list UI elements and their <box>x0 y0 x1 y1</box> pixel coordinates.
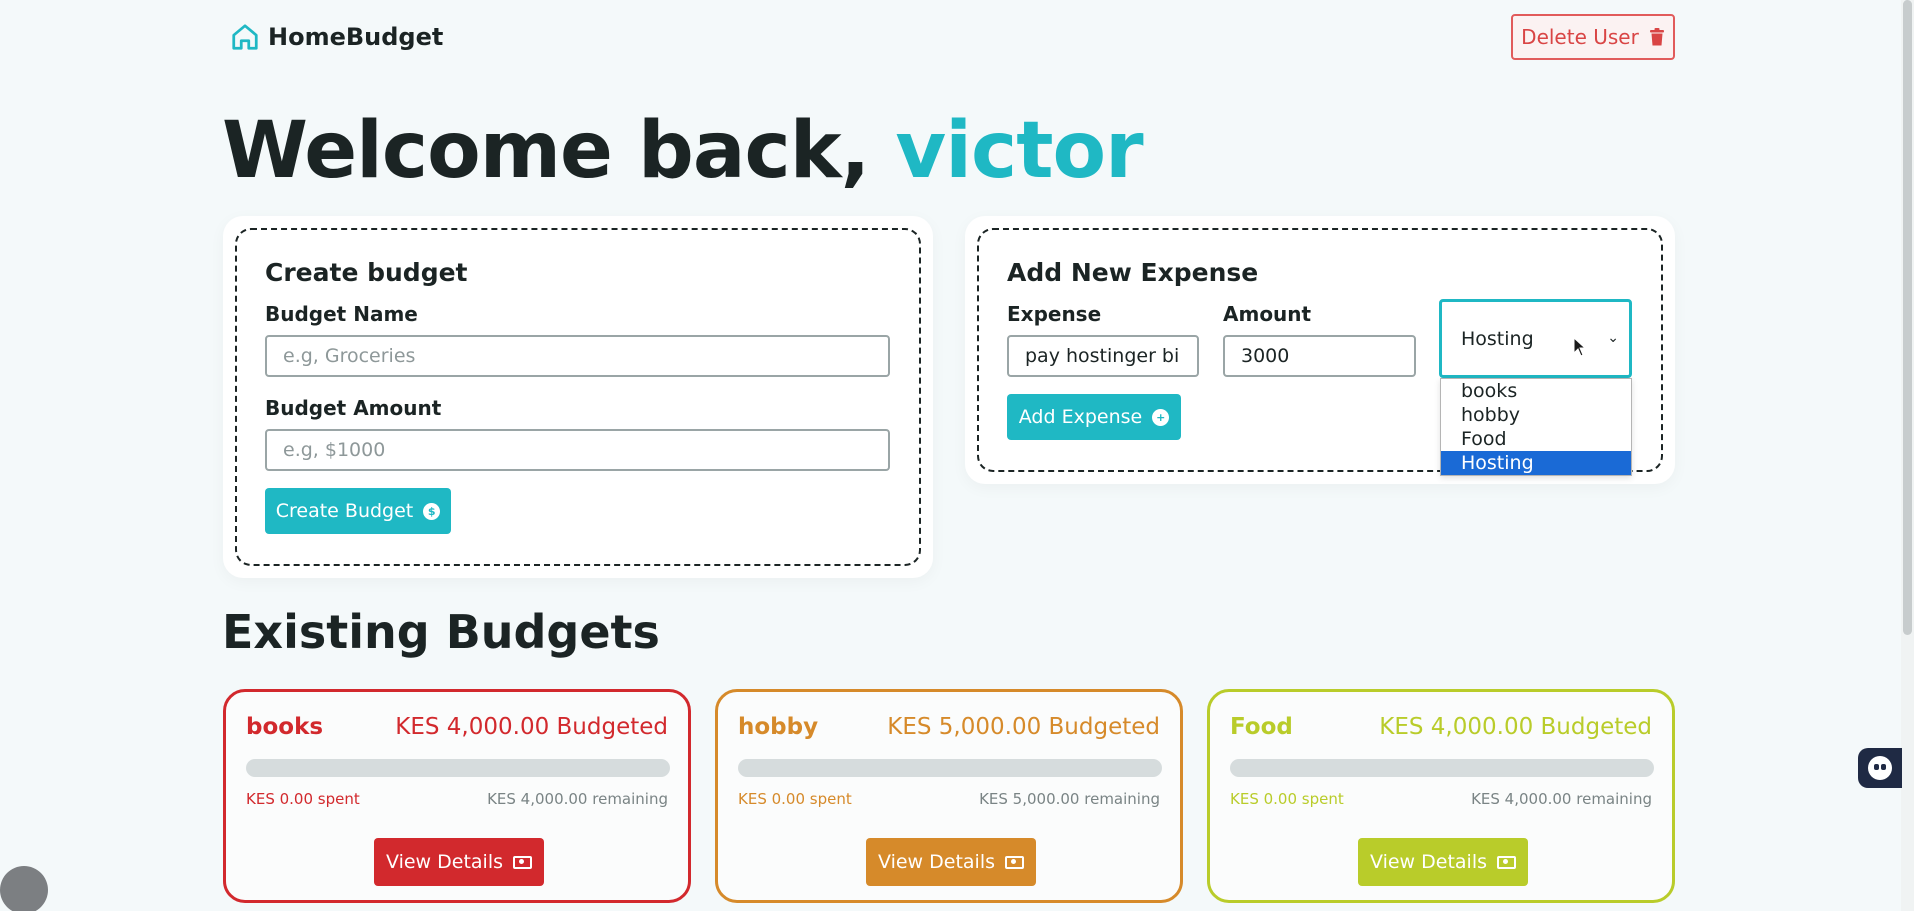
budget-card-books: books KES 4,000.00 Budgeted KES 0.00 spe… <box>223 689 691 903</box>
budget-name: books <box>246 714 324 740</box>
view-details-button[interactable]: View Details <box>866 838 1036 886</box>
add-expense-label: Add Expense <box>1018 406 1143 428</box>
view-details-label: View Details <box>878 851 995 873</box>
trash-icon <box>1649 28 1664 46</box>
budget-progress-bar <box>738 759 1162 777</box>
category-option-hosting[interactable]: Hosting <box>1441 451 1631 475</box>
budget-name-label: Budget Name <box>265 302 418 326</box>
budget-remaining: KES 4,000.00 remaining <box>1471 790 1652 808</box>
budget-name-input[interactable] <box>265 335 890 377</box>
category-option-hobby[interactable]: hobby <box>1441 403 1631 427</box>
view-details-button[interactable]: View Details <box>1358 838 1528 886</box>
cash-icon <box>1005 855 1024 869</box>
category-selected-value: Hosting <box>1461 327 1534 350</box>
create-budget-button[interactable]: Create Budget $ <box>265 488 451 534</box>
budget-card-food: Food KES 4,000.00 Budgeted KES 0.00 spen… <box>1207 689 1675 903</box>
plus-circle-icon: + <box>1152 408 1170 426</box>
amount-input[interactable] <box>1223 335 1416 377</box>
coin-icon: $ <box>423 502 441 520</box>
budget-remaining: KES 4,000.00 remaining <box>487 790 668 808</box>
budget-spent: KES 0.00 spent <box>738 790 852 808</box>
category-option-books[interactable]: books <box>1441 379 1631 403</box>
home-icon <box>232 24 258 50</box>
budget-amount-input[interactable] <box>265 429 890 471</box>
delete-user-button[interactable]: Delete User <box>1511 14 1675 60</box>
create-budget-label: Create Budget <box>275 500 414 522</box>
delete-user-label: Delete User <box>1521 25 1639 49</box>
welcome-heading: Welcome back, victor <box>222 106 1144 196</box>
scrollbar-thumb[interactable] <box>1903 0 1912 635</box>
budget-name: Food <box>1230 714 1293 740</box>
cash-icon <box>1497 855 1516 869</box>
budget-name: hobby <box>738 714 819 740</box>
add-expense-button[interactable]: Add Expense + <box>1007 394 1181 440</box>
create-budget-title: Create budget <box>265 258 468 287</box>
expense-label: Expense <box>1007 302 1102 326</box>
view-details-button[interactable]: View Details <box>374 838 544 886</box>
budget-amount: KES 4,000.00 Budgeted <box>395 714 668 740</box>
budget-amount: KES 5,000.00 Budgeted <box>887 714 1160 740</box>
budget-amount: KES 4,000.00 Budgeted <box>1379 714 1652 740</box>
category-select[interactable]: Hosting ⌄ <box>1439 299 1632 378</box>
brand-name: HomeBudget <box>268 23 444 51</box>
view-details-label: View Details <box>386 851 503 873</box>
budget-remaining: KES 5,000.00 remaining <box>979 790 1160 808</box>
welcome-greeting: Welcome back, <box>222 106 896 196</box>
category-option-food[interactable]: Food <box>1441 427 1631 451</box>
budget-amount-label: Budget Amount <box>265 396 442 420</box>
budget-card-hobby: hobby KES 5,000.00 Budgeted KES 0.00 spe… <box>715 689 1183 903</box>
budget-spent: KES 0.00 spent <box>1230 790 1344 808</box>
welcome-username: victor <box>895 106 1143 196</box>
create-budget-card: Create budget Budget Name Budget Amount … <box>223 216 933 578</box>
chevron-down-icon: ⌄ <box>1607 330 1619 346</box>
amount-label: Amount <box>1223 302 1312 326</box>
budget-progress-bar <box>246 759 670 777</box>
view-details-label: View Details <box>1370 851 1487 873</box>
navbar: HomeBudget Delete User <box>0 0 1914 76</box>
chat-widget-button[interactable] <box>1858 748 1902 788</box>
cash-icon <box>513 855 532 869</box>
mouse-cursor-icon <box>1573 337 1587 357</box>
brand-link[interactable]: HomeBudget <box>230 22 443 52</box>
bot-icon <box>1868 756 1892 780</box>
budget-progress-bar <box>1230 759 1654 777</box>
budget-spent: KES 0.00 spent <box>246 790 360 808</box>
expense-input[interactable] <box>1007 335 1199 377</box>
category-dropdown: books hobby Food Hosting <box>1440 378 1632 476</box>
existing-budgets-title: Existing Budgets <box>222 605 660 659</box>
floating-circle-button[interactable] <box>0 866 48 911</box>
add-expense-title: Add New Expense <box>1007 258 1259 287</box>
